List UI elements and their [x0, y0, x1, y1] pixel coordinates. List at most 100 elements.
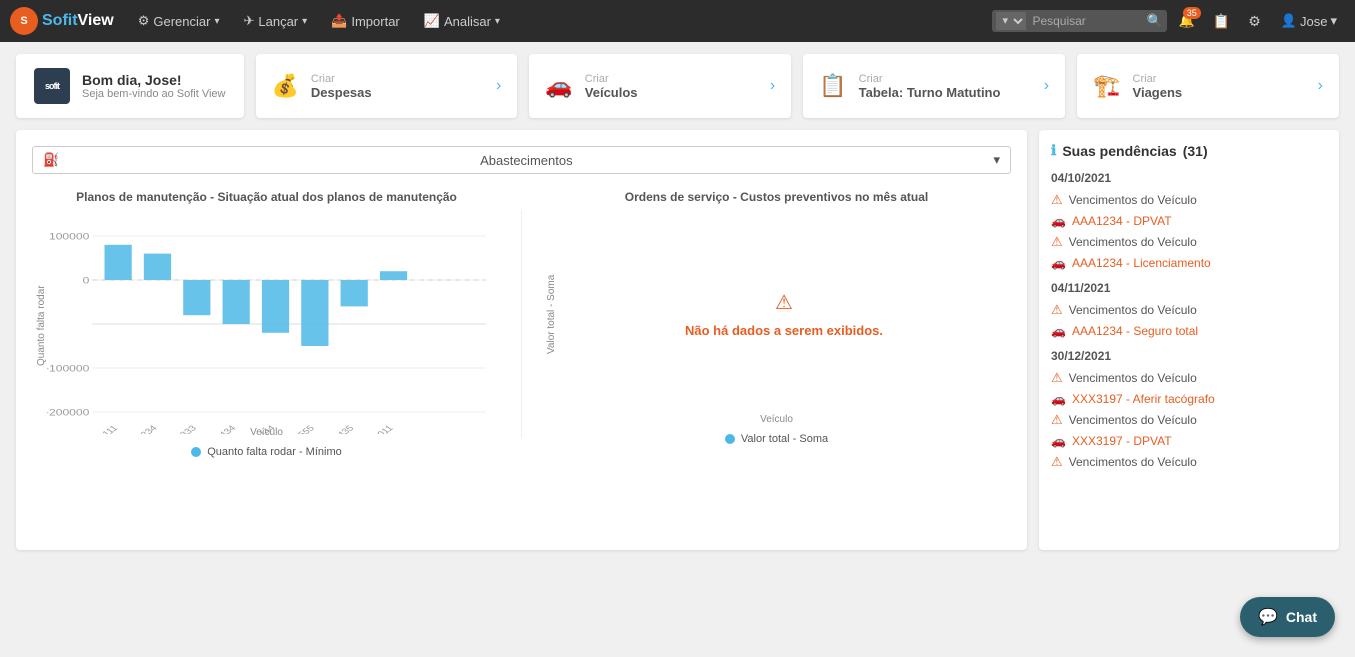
qa-criar-label2: Criar [585, 73, 638, 85]
chart2-y-label: Valor total - Soma [542, 214, 557, 414]
pending-section: ℹ Suas pendências (31) 04/10/2021 ⚠ Venc… [1039, 130, 1339, 550]
qa-despesas-labels: Criar Despesas [311, 73, 372, 100]
pending-text: Vencimentos do Veículo [1069, 371, 1197, 385]
svg-text:AAA3434: AAA3434 [198, 424, 238, 434]
pending-text: Vencimentos do Veículo [1069, 303, 1197, 317]
pending-item: ⚠ Vencimentos do Veículo [1051, 367, 1327, 389]
svg-text:ABCD011: ABCD011 [354, 424, 395, 434]
brand-sofit: Sofit [42, 12, 78, 29]
chart2-legend: Valor total - Soma [725, 433, 828, 445]
qa-despesas-title: Despesas [311, 85, 372, 100]
main-content: ⛽ Abastecimentos ▾ Planos de manutenção … [0, 130, 1355, 566]
chart1-y-label: Quanto falta rodar [32, 214, 47, 437]
svg-text:-100000: -100000 [47, 364, 89, 374]
pending-date-1: 04/10/2021 [1051, 171, 1327, 185]
notifications-badge: 35 [1183, 7, 1201, 19]
despesas-icon: 💰 [272, 73, 299, 99]
brand-icon: S [10, 7, 38, 35]
warning-icon: ⚠ [775, 290, 793, 315]
alert-icon: ⚠ [1051, 454, 1063, 470]
welcome-section: sofit Bom dia, Jose! Seja bem-vindo ao S… [0, 42, 1355, 130]
veiculos-icon: 🚗 [545, 73, 572, 99]
nav-importar[interactable]: 📤 Importar [321, 7, 410, 35]
quick-action-despesas[interactable]: 💰 Criar Despesas › [256, 54, 518, 118]
car-icon: 🚗 [1051, 256, 1066, 270]
no-data-text: Não há dados a serem exibidos. [685, 323, 883, 338]
import-icon: 📤 [331, 13, 347, 29]
alert-icon: ⚠ [1051, 412, 1063, 428]
pending-item: ⚠ Vencimentos do Veículo [1051, 409, 1327, 431]
pending-car-text: XXX3197 - DPVAT [1072, 434, 1172, 448]
brand-name: SofitView [42, 12, 114, 30]
chart2-legend-label: Valor total - Soma [741, 433, 828, 445]
chart-orders: Ordens de serviço - Custos preventivos n… [542, 190, 1011, 458]
settings-button[interactable]: ⚙ [1242, 9, 1267, 34]
nav-analisar[interactable]: 📈 Analisar ▾ [414, 7, 510, 35]
car-icon: 🚗 [1051, 392, 1066, 406]
alert-icon: ⚠ [1051, 192, 1063, 208]
sofit-logo: sofit [34, 68, 70, 104]
svg-text:AAA3333: AAA3333 [159, 424, 199, 434]
quick-action-turno[interactable]: 📋 Criar Tabela: Turno Matutino › [803, 54, 1065, 118]
chart-area: ⛽ Abastecimentos ▾ Planos de manutenção … [16, 130, 1027, 550]
search-button[interactable]: 🔍 [1146, 13, 1162, 29]
bar-chart-svg: 100000 0 -100000 -200000 [47, 214, 501, 434]
qa-veiculos-content: 🚗 Criar Veículos [545, 73, 637, 100]
svg-text:AAA1111: AAA1111 [82, 424, 120, 434]
chevron-right-icon: › [1044, 77, 1049, 95]
pending-text: Vencimentos do Veículo [1069, 193, 1197, 207]
navbar-right: ▾ 🔍 🔔 35 📋 ⚙ 👤 Jose ▾ [992, 9, 1345, 34]
chat-button[interactable]: 💬 Chat [1240, 597, 1335, 637]
car-icon: 🚗 [1051, 214, 1066, 228]
svg-text:0: 0 [83, 276, 90, 286]
qa-criar-label3: Criar [859, 73, 1001, 85]
chat-icon: 💬 [1258, 607, 1278, 627]
clipboard-button[interactable]: 📋 [1207, 9, 1236, 34]
pending-car-text: AAA1234 - Licenciamento [1072, 256, 1211, 270]
pending-date-3: 30/12/2021 [1051, 349, 1327, 363]
turno-icon: 📋 [819, 73, 846, 99]
alert-icon: ⚠ [1051, 234, 1063, 250]
svg-text:AAA4444: AAA4444 [237, 424, 277, 434]
quick-action-viagens[interactable]: 🏗️ Criar Viagens › [1077, 54, 1339, 118]
user-menu[interactable]: 👤 Jose ▾ [1273, 9, 1345, 33]
no-data-box: ⚠ Não há dados a serem exibidos. [557, 214, 1011, 414]
navbar: S SofitView ⚙ Gerenciar ▾ ✈ Lançar ▾ 📤 I… [0, 0, 1355, 42]
user-icon: 👤 [1281, 13, 1297, 29]
svg-text:AAA5555: AAA5555 [277, 424, 317, 434]
pending-car-text: AAA1234 - Seguro total [1072, 324, 1198, 338]
legend-dot2 [725, 434, 735, 444]
dropdown-caret: ▾ [993, 152, 1000, 168]
welcome-greeting: Bom dia, Jose! [82, 72, 226, 88]
chart1-legend: Quanto falta rodar - Mínimo [191, 446, 342, 458]
nav-lancar[interactable]: ✈ Lançar ▾ [233, 7, 317, 35]
nav-gerenciar[interactable]: ⚙ Gerenciar ▾ [128, 7, 230, 35]
pending-item: 🚗 XXX3197 - Aferir tacógrafo [1051, 389, 1327, 409]
legend-dot [191, 447, 201, 457]
chart2-title: Ordens de serviço - Custos preventivos n… [625, 190, 928, 204]
pending-text: Vencimentos do Veículo [1069, 235, 1197, 249]
chart-icon: 📈 [424, 13, 440, 29]
pending-title: ℹ Suas pendências (31) [1051, 142, 1327, 159]
chevron-right-icon: › [770, 77, 775, 95]
car-icon: 🚗 [1051, 324, 1066, 338]
pending-item: 🚗 AAA1234 - DPVAT [1051, 211, 1327, 231]
chat-label: Chat [1286, 609, 1317, 625]
search-input[interactable] [1026, 12, 1146, 30]
caret-icon: ▾ [1330, 13, 1337, 29]
notifications-button[interactable]: 🔔 35 [1173, 9, 1201, 33]
chart-divider [521, 210, 522, 438]
charts-row: Planos de manutenção - Situação atual do… [32, 190, 1011, 458]
quick-action-veiculos[interactable]: 🚗 Criar Veículos › [529, 54, 791, 118]
svg-text:AAM9435: AAM9435 [315, 424, 356, 434]
pending-item: 🚗 XXX3197 - DPVAT [1051, 431, 1327, 451]
chart-header: ⛽ Abastecimentos ▾ [32, 146, 1011, 174]
search-scope-select[interactable]: ▾ [996, 12, 1026, 30]
gear-icon: ⚙ [138, 13, 150, 29]
caret-icon: ▾ [214, 16, 219, 27]
chart-type-dropdown[interactable]: ⛽ Abastecimentos ▾ [32, 146, 1011, 174]
pending-text: Vencimentos do Veículo [1069, 413, 1197, 427]
pending-item: ⚠ Vencimentos do Veículo [1051, 189, 1327, 211]
search-container: ▾ 🔍 [992, 10, 1166, 32]
pending-date-2: 04/11/2021 [1051, 281, 1327, 295]
